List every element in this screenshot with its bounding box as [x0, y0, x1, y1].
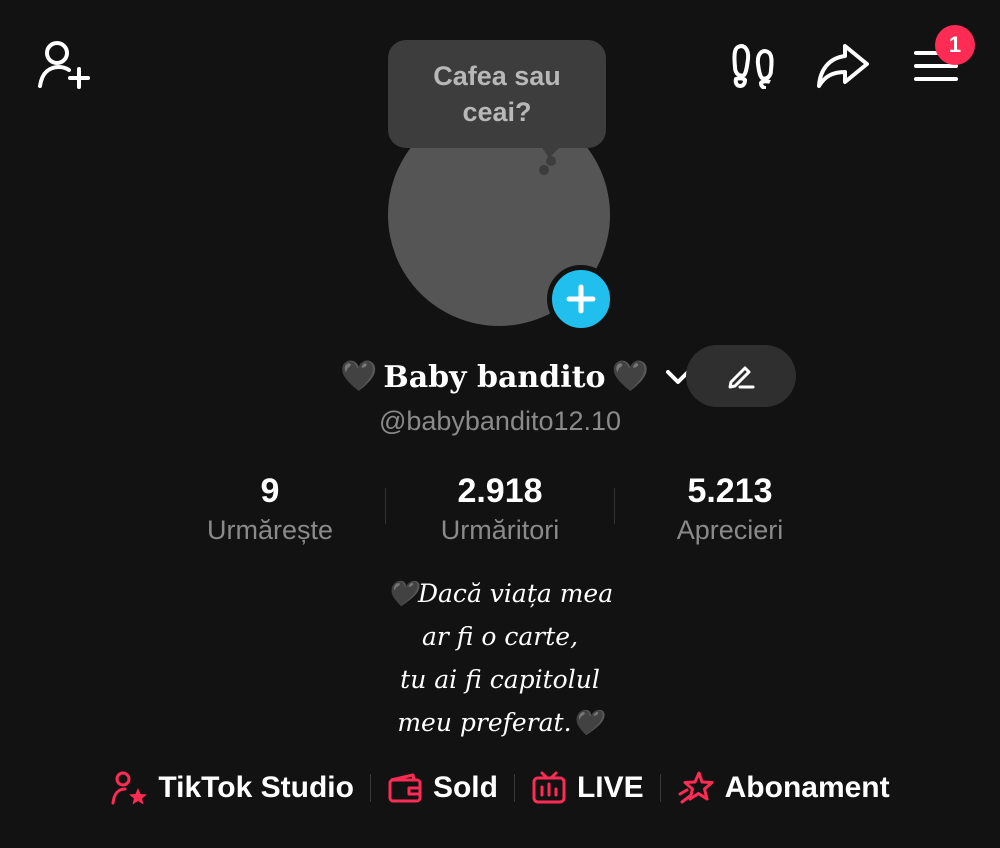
- bio-line: 🖤Dacă viața mea: [386, 579, 614, 608]
- tiktok-studio-link[interactable]: TikTok Studio: [94, 770, 370, 806]
- black-heart-emoji: 🖤: [611, 360, 649, 393]
- username-handle: @babybandito12.10: [378, 406, 622, 436]
- plus-icon: [566, 284, 596, 314]
- stat-followers[interactable]: 2.918 Urmăritori: [410, 470, 590, 548]
- live-link[interactable]: LIVE: [515, 771, 660, 805]
- stat-label: Aprecieri: [676, 515, 784, 545]
- creator-star-icon: [111, 771, 148, 805]
- stat-likes[interactable]: 5.213 Aprecieri: [645, 470, 815, 548]
- bio: 🖤Dacă viața mea ar fi o carte, tu ai fi …: [0, 572, 1000, 744]
- add-story-button[interactable]: [547, 265, 615, 333]
- share-icon[interactable]: [814, 40, 872, 92]
- black-heart-emoji: 🖤: [340, 360, 378, 393]
- live-tv-icon: [532, 771, 566, 804]
- stat-value: 9: [260, 472, 280, 510]
- edit-profile-button[interactable]: [686, 345, 796, 407]
- stat-label: Urmărește: [206, 515, 334, 545]
- divider: [385, 488, 386, 524]
- note-bubble-dot: [539, 165, 549, 175]
- profile-links: TikTok Studio Sold LIVE Abonament: [0, 765, 1000, 811]
- footprints-icon[interactable]: [728, 40, 778, 90]
- wallet-icon: [388, 773, 422, 803]
- bio-line: tu ai fi capitolul: [400, 665, 600, 694]
- wallet-link[interactable]: Sold: [371, 771, 514, 805]
- link-label: Sold: [432, 771, 498, 804]
- subscription-link[interactable]: Abonament: [661, 770, 906, 806]
- notification-badge: 1: [935, 25, 975, 65]
- link-label: LIVE: [576, 771, 644, 804]
- link-label: Abonament: [724, 771, 890, 804]
- display-name: Baby bandito: [383, 359, 606, 395]
- note-bubble-dot: [546, 156, 556, 166]
- link-label: TikTok Studio: [158, 771, 354, 804]
- name-row[interactable]: 🖤 Baby bandito 🖤: [340, 352, 691, 402]
- add-friend-icon[interactable]: [34, 38, 94, 90]
- bio-line: meu preferat.🖤: [397, 708, 603, 737]
- bio-line: ar fi o carte,: [421, 622, 579, 651]
- stat-value: 5.213: [687, 472, 773, 510]
- pencil-icon: [728, 366, 755, 389]
- subscription-star-icon: [678, 771, 714, 804]
- stat-following[interactable]: 9 Urmărește: [185, 470, 355, 548]
- stat-label: Urmăritori: [440, 515, 560, 545]
- note-bubble[interactable]: Cafea sau ceai?: [388, 40, 606, 148]
- stat-value: 2.918: [457, 472, 543, 510]
- note-text: Cafea sau ceai?: [433, 61, 561, 127]
- divider: [614, 488, 615, 524]
